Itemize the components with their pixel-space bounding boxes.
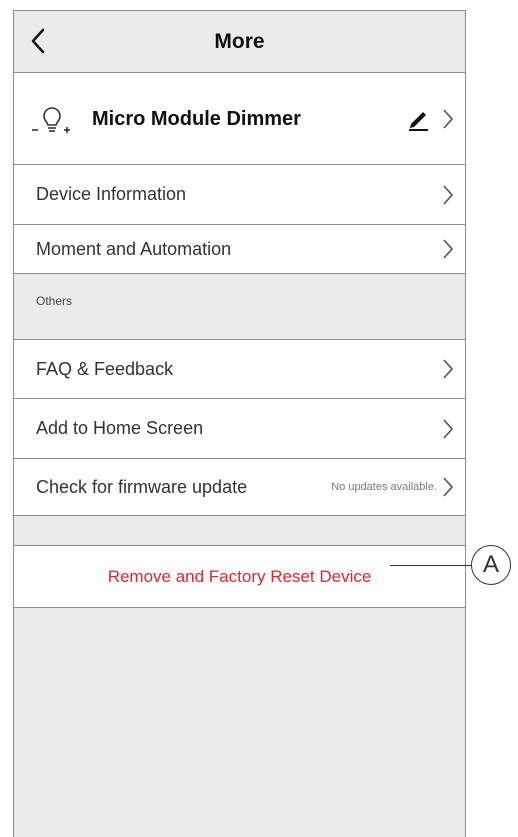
- remove-factory-reset-button[interactable]: Remove and Factory Reset Device: [14, 546, 465, 608]
- bulb-dimmer-icon: [32, 107, 70, 133]
- page-title: More: [214, 30, 265, 53]
- chevron-right-icon: [443, 108, 454, 129]
- chevron-right-icon: [443, 418, 454, 439]
- others-section-label: Others: [36, 294, 73, 308]
- remove-factory-reset-label: Remove and Factory Reset Device: [107, 567, 372, 586]
- firmware-update-row[interactable]: Check for firmware update No updates ava…: [14, 459, 465, 516]
- device-name: Micro Module Dimmer: [92, 108, 301, 130]
- device-information-row[interactable]: Device Information: [14, 165, 465, 225]
- chevron-right-icon: [443, 184, 454, 205]
- callout-letter: A: [482, 551, 499, 578]
- add-home-screen-label: Add to Home Screen: [36, 418, 204, 438]
- chevron-right-icon: [443, 359, 454, 379]
- faq-feedback-row[interactable]: FAQ & Feedback: [14, 340, 465, 399]
- add-home-screen-row[interactable]: Add to Home Screen: [14, 399, 465, 459]
- device-row[interactable]: Micro Module Dimmer: [14, 73, 465, 165]
- chevron-right-icon: [443, 477, 454, 497]
- chevron-right-icon: [443, 239, 454, 259]
- section-spacer: [14, 516, 465, 546]
- back-button[interactable]: [24, 23, 52, 59]
- callout-line: [390, 565, 472, 566]
- firmware-status-text: No updates available.: [331, 481, 437, 493]
- others-section-header: Others: [14, 274, 465, 340]
- header-bar: More: [14, 11, 465, 73]
- edit-pencil-icon[interactable]: [406, 107, 432, 131]
- more-screen: More Micro Module Dimmer Device Informat…: [13, 10, 466, 837]
- faq-feedback-label: FAQ & Feedback: [36, 358, 174, 379]
- callout-marker-a: A: [471, 545, 511, 585]
- device-information-label: Device Information: [36, 184, 187, 204]
- chevron-left-icon: [31, 28, 45, 54]
- moment-automation-label: Moment and Automation: [36, 238, 232, 259]
- moment-automation-row[interactable]: Moment and Automation: [14, 225, 465, 274]
